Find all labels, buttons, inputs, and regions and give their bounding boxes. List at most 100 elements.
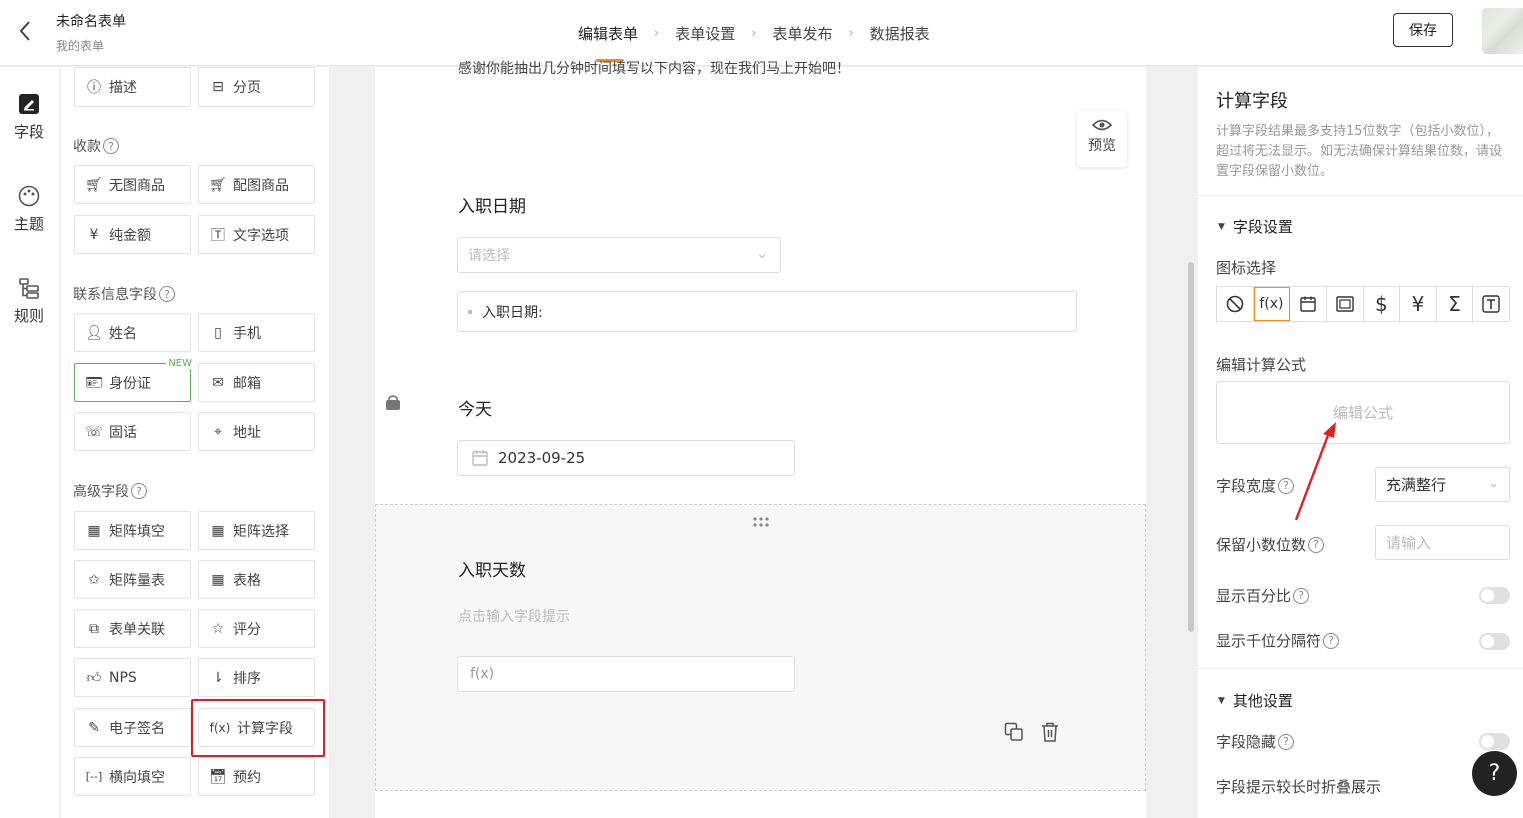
palette-form-link[interactable]: ⧉ 表单关联	[74, 609, 191, 648]
icon-selector: f(x) $ ¥ Σ	[1216, 286, 1510, 322]
section-other-settings[interactable]: ▼ 其他设置	[1218, 690, 1293, 711]
eye-icon	[1092, 119, 1112, 131]
help-icon[interactable]: ?	[1278, 733, 1295, 750]
back-arrow-icon[interactable]	[18, 20, 38, 44]
image-icon-option[interactable]	[1327, 287, 1364, 321]
hide-field-label: 字段隐藏?	[1216, 731, 1295, 752]
palette-table[interactable]: ▦ 表格	[198, 560, 315, 599]
save-button[interactable]: 保存	[1393, 13, 1453, 47]
caret-down-icon: ▼	[1218, 221, 1225, 232]
grid-icon: ▦	[87, 522, 101, 539]
calendar-icon	[472, 450, 488, 466]
thousand-separator-toggle[interactable]	[1479, 633, 1510, 650]
selected-field-block[interactable]	[375, 504, 1146, 791]
palette-no-image-product[interactable]: 🛒︎ 无图商品	[74, 165, 191, 204]
section-advanced: 高级字段?	[73, 481, 147, 501]
yen-circle-icon: ¥	[89, 226, 99, 243]
nav-fields[interactable]: 字段	[0, 93, 58, 142]
help-icon[interactable]: ?	[1308, 536, 1325, 553]
section-payment: 收款?	[73, 136, 119, 156]
field-label-hire-date: 入职日期	[458, 197, 526, 217]
dollar-icon-option[interactable]: $	[1364, 287, 1401, 321]
rules-icon	[19, 278, 39, 299]
palette-matrix-scale[interactable]: ✩ 矩阵量表	[74, 560, 191, 599]
palette-mobile[interactable]: ▯ 手机	[198, 313, 315, 352]
yen-icon-option[interactable]: ¥	[1400, 287, 1437, 321]
help-icon[interactable]: ?	[103, 138, 119, 154]
palette-appointment[interactable]: 📅︎ 预约	[198, 757, 315, 796]
ban-icon	[1226, 295, 1244, 313]
calendar-icon-option[interactable]	[1290, 287, 1327, 321]
highlight-annotation	[191, 699, 325, 757]
trash-icon[interactable]	[1041, 722, 1059, 742]
table-icon: ▦	[211, 571, 225, 588]
palette-description[interactable]: ⓘ 描述	[74, 67, 191, 107]
nav-theme[interactable]: 主题	[0, 185, 58, 234]
phone-icon: ☏	[85, 423, 103, 440]
step-data-report[interactable]: 数据报表	[870, 23, 930, 44]
today-date-input[interactable]: 2023-09-25	[457, 440, 795, 476]
palette-matrix-select[interactable]: ▦ 矩阵选择	[198, 511, 315, 550]
palette-landline[interactable]: ☏ 固话	[74, 412, 191, 451]
help-icon[interactable]: ?	[1278, 477, 1295, 494]
show-percent-toggle[interactable]	[1479, 587, 1510, 604]
step-publish[interactable]: 表单发布	[772, 23, 832, 44]
chevron-right-icon: ›	[654, 25, 660, 41]
breadcrumb-my-forms[interactable]: 我的表单	[56, 37, 104, 54]
edit-formula-box[interactable]: 编辑公式	[1216, 381, 1510, 444]
avatar[interactable]	[1482, 8, 1523, 54]
palette-nps[interactable]: 👍︎ NPS	[74, 658, 191, 697]
hide-field-toggle[interactable]	[1479, 733, 1510, 750]
calendar-clock-icon: 📅︎	[209, 768, 227, 785]
field-width-select[interactable]: 充满整行 ⌄	[1375, 467, 1510, 502]
pen-icon: ✎	[88, 719, 100, 736]
help-icon[interactable]: ?	[159, 286, 175, 302]
help-icon[interactable]: ?	[1293, 587, 1310, 604]
hire-date-text[interactable]: 入职日期:	[457, 291, 1077, 332]
palette-sort[interactable]: ⇂ 排序	[198, 658, 315, 697]
palette-pagination[interactable]: ⊟ 分页	[198, 67, 315, 107]
bullet-icon	[468, 310, 472, 314]
step-edit-form[interactable]: 编辑表单	[578, 23, 638, 62]
no-icon-option[interactable]	[1217, 287, 1254, 321]
help-icon[interactable]: ?	[131, 483, 147, 499]
hire-date-select[interactable]: 请选择 ⌄	[457, 237, 781, 273]
palette-image-product[interactable]: 🛒︎ 配图商品	[198, 165, 315, 204]
function-icon-option[interactable]: f(x)	[1253, 287, 1291, 321]
drag-handle-icon[interactable]	[752, 516, 770, 528]
step-form-settings[interactable]: 表单设置	[675, 23, 735, 44]
palette-rating[interactable]: ☆ 评分	[198, 609, 315, 648]
chevron-right-icon: ›	[751, 25, 757, 41]
field-hint-placeholder[interactable]: 点击输入字段提示	[458, 606, 570, 626]
field-icon	[19, 94, 39, 114]
info-icon: ⓘ	[87, 80, 101, 96]
palette-amount[interactable]: ¥ 纯金额	[74, 215, 191, 254]
palette-name[interactable]: 👤︎ 姓名	[74, 313, 191, 352]
palette-email[interactable]: ✉ 邮箱	[198, 363, 315, 402]
copy-icon[interactable]	[1004, 722, 1024, 742]
palette-address[interactable]: ⌖ 地址	[198, 412, 315, 451]
sigma-icon-option[interactable]: Σ	[1437, 287, 1474, 321]
nav-rules[interactable]: 规则	[0, 277, 58, 326]
field-label-today: 今天	[458, 400, 492, 420]
chevron-down-icon: ⌄	[1488, 476, 1499, 491]
palette-matrix-fill[interactable]: ▦ 矩阵填空	[74, 511, 191, 550]
preview-button[interactable]: 预览	[1077, 111, 1127, 167]
palette-horizontal-fill[interactable]: [--] 横向填空	[74, 757, 191, 796]
panel-title: 计算字段	[1216, 91, 1288, 112]
star-badge-icon: ✩	[88, 571, 100, 588]
thumbs-up-icon: 👍︎	[86, 670, 102, 686]
form-title: 未命名表单	[56, 14, 126, 30]
decimal-input[interactable]: 请输入	[1375, 525, 1510, 560]
help-button[interactable]: ?	[1472, 751, 1517, 796]
panel-description: 计算字段结果最多支持15位数字（包括小数位），超过将无法显示。如无法确保计算结果…	[1216, 124, 1503, 179]
palette-e-signature[interactable]: ✎ 电子签名	[74, 708, 191, 747]
link-icon: ⧉	[89, 620, 99, 637]
canvas-scrollbar[interactable]	[1188, 262, 1194, 632]
yen-icon: ¥	[1411, 292, 1425, 316]
section-field-settings[interactable]: ▼ 字段设置	[1218, 216, 1293, 237]
palette-id-card[interactable]: 🪪︎ 身份证 NEW	[74, 358, 194, 402]
help-icon[interactable]: ?	[1323, 632, 1340, 649]
palette-text-option[interactable]: 🅃 文字选项	[198, 215, 315, 254]
text-icon-option[interactable]	[1473, 287, 1509, 321]
